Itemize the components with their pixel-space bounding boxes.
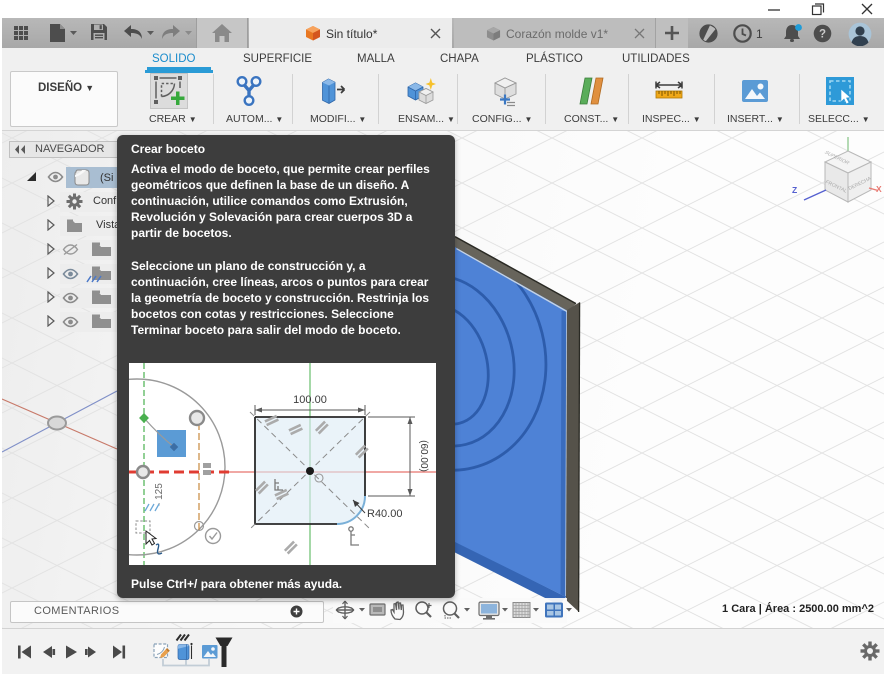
svg-text:Z: Z: [792, 185, 797, 195]
svg-text:(60.00): (60.00): [418, 440, 429, 472]
svg-text:R40.00: R40.00: [367, 508, 402, 520]
svg-text:- 125: - 125: [154, 483, 165, 506]
svg-text:X: X: [876, 184, 882, 194]
svg-text:100.00: 100.00: [293, 394, 327, 406]
svg-text:?: ?: [819, 29, 826, 41]
